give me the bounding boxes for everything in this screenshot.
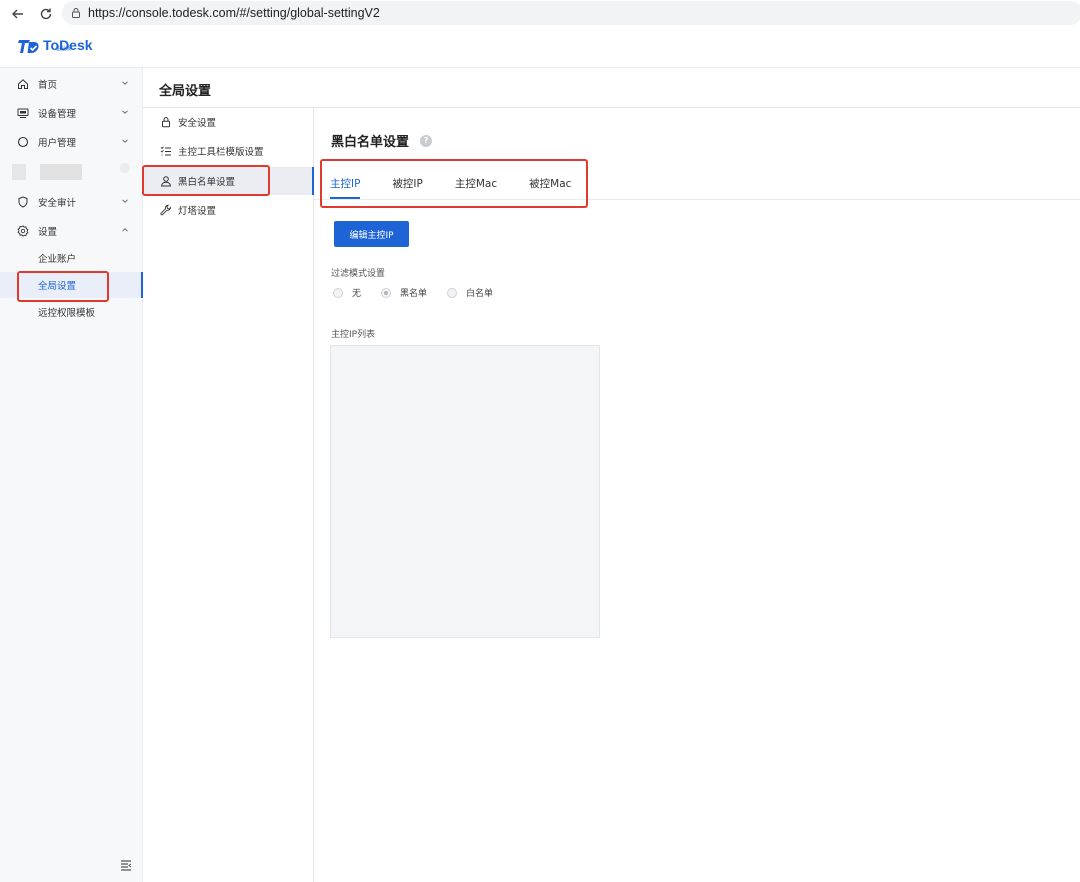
lock-icon bbox=[160, 116, 172, 128]
monitor-icon bbox=[17, 107, 29, 119]
sidebar-item-label: 设置 bbox=[38, 227, 58, 238]
submenu-item-label: 灯塔设置 bbox=[178, 206, 217, 217]
submenu-item-beacon-settings[interactable]: 灯塔设置 bbox=[143, 196, 314, 224]
filter-mode-radio-group: 无 黑名单 白名单 bbox=[333, 286, 513, 299]
submenu-item-toolbar-template[interactable]: 主控工具栏模版设置 bbox=[143, 137, 314, 165]
reload-button[interactable] bbox=[32, 0, 60, 28]
collapse-sidebar-icon[interactable] bbox=[119, 858, 133, 872]
main-sidebar: 首页 设备管理 用户管理 安全审计 设置 企业账户 全局设置 远控权限模板 bbox=[0, 68, 143, 882]
controller-ip-list-label: 主控IP列表 bbox=[331, 330, 376, 340]
home-icon bbox=[17, 78, 29, 90]
chevron-down-icon bbox=[122, 139, 128, 143]
highlight-box-global-settings bbox=[17, 271, 109, 302]
site-info-icon[interactable] bbox=[70, 7, 82, 19]
reload-icon bbox=[40, 8, 52, 20]
sidebar-item-security-audit[interactable]: 安全审计 bbox=[0, 188, 143, 216]
address-bar[interactable]: https://console.todesk.com/#/setting/glo… bbox=[62, 1, 1080, 25]
radio-option-none[interactable]: 无 bbox=[333, 286, 361, 299]
redacted-block bbox=[40, 164, 82, 180]
logo-edition: 企业版 bbox=[56, 46, 72, 52]
radio-circle[interactable] bbox=[333, 287, 343, 298]
sidebar-item-label: 设备管理 bbox=[38, 109, 77, 120]
redacted-block bbox=[120, 163, 130, 173]
redacted-block bbox=[12, 164, 26, 180]
section-title: 黑白名单设置 ? bbox=[331, 131, 433, 150]
sidebar-item-device-management[interactable]: 设备管理 bbox=[0, 99, 143, 127]
controller-ip-list[interactable] bbox=[330, 345, 600, 638]
user-circle-icon bbox=[17, 136, 29, 148]
radio-option-blacklist[interactable]: 黑名单 bbox=[381, 286, 427, 299]
sidebar-item-user-management[interactable]: 用户管理 bbox=[0, 128, 143, 156]
radio-option-whitelist[interactable]: 白名单 bbox=[447, 286, 493, 299]
sidebar-subitem-remote-permission-template[interactable]: 远控权限模板 bbox=[0, 299, 143, 325]
highlight-box-black-white-list bbox=[142, 165, 270, 196]
sidebar-item-label: 首页 bbox=[38, 80, 58, 91]
browser-toolbar: https://console.todesk.com/#/setting/glo… bbox=[0, 0, 1080, 28]
chevron-down-icon bbox=[122, 110, 128, 114]
edit-controller-ip-button[interactable]: 编辑主控IP bbox=[334, 221, 409, 247]
gear-icon bbox=[17, 225, 29, 237]
filter-mode-label: 过滤模式设置 bbox=[331, 269, 386, 279]
wrench-icon bbox=[160, 204, 172, 216]
section-title-text: 黑白名单设置 bbox=[331, 135, 410, 150]
sidebar-item-label: 用户管理 bbox=[38, 138, 77, 149]
radio-circle-selected[interactable] bbox=[381, 287, 392, 298]
shield-icon bbox=[17, 196, 29, 208]
radio-circle[interactable] bbox=[447, 287, 458, 298]
todesk-logo-icon bbox=[18, 40, 39, 53]
highlight-box-tabs bbox=[320, 159, 588, 208]
back-arrow-icon bbox=[12, 9, 23, 19]
sidebar-item-label: 安全审计 bbox=[38, 198, 77, 209]
app-header: ToDesk 企业版 bbox=[0, 30, 1080, 68]
page-title: 全局设置 bbox=[159, 84, 212, 99]
radio-label: 白名单 bbox=[466, 289, 494, 299]
chevron-down-icon bbox=[122, 81, 128, 85]
submenu-item-label: 安全设置 bbox=[178, 118, 217, 129]
radio-label: 黑名单 bbox=[400, 289, 428, 299]
list-check-icon bbox=[160, 145, 172, 157]
sidebar-subitem-enterprise-account[interactable]: 企业账户 bbox=[0, 245, 143, 271]
settings-submenu: 安全设置 主控工具栏模版设置 黑白名单设置 灯塔设置 bbox=[143, 108, 314, 882]
submenu-item-security-settings[interactable]: 安全设置 bbox=[143, 108, 314, 136]
radio-label: 无 bbox=[352, 289, 362, 299]
back-button[interactable] bbox=[4, 0, 32, 28]
chevron-down-icon bbox=[122, 199, 128, 203]
submenu-item-label: 主控工具栏模版设置 bbox=[178, 147, 264, 158]
sidebar-item-settings[interactable]: 设置 bbox=[0, 217, 143, 245]
sidebar-subitem-label: 企业账户 bbox=[38, 254, 77, 265]
help-icon[interactable]: ? bbox=[420, 134, 433, 147]
chevron-up-icon bbox=[122, 228, 128, 232]
sidebar-subitem-label: 远控权限模板 bbox=[38, 308, 96, 319]
url-text: https://console.todesk.com/#/setting/glo… bbox=[88, 6, 380, 20]
sidebar-item-home[interactable]: 首页 bbox=[0, 70, 143, 98]
